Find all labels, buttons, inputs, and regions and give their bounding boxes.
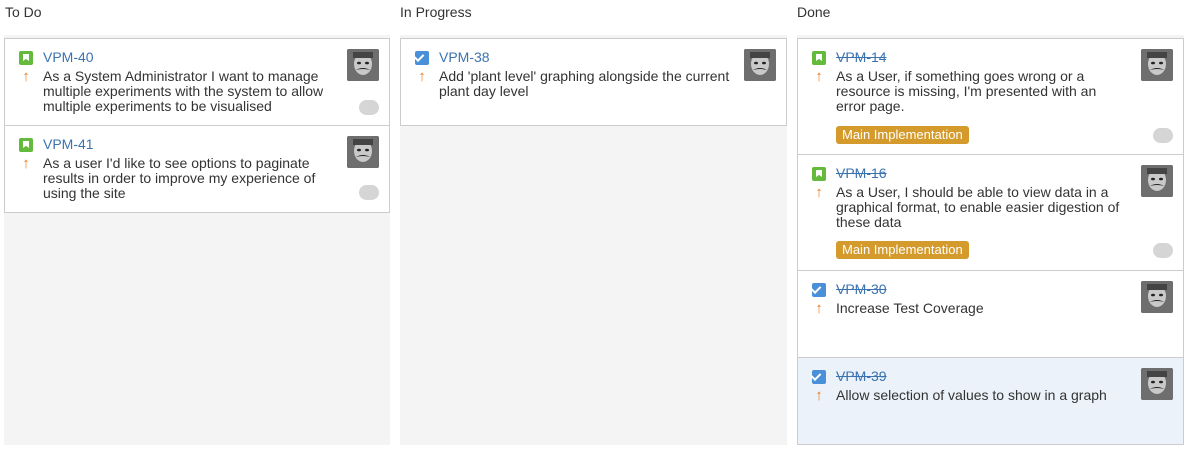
task-icon (812, 283, 826, 297)
agile-board: To Do In Progress Done VPM-40 ↑ As a Sys… (0, 0, 1191, 461)
issue-key[interactable]: VPM-39 (836, 368, 887, 384)
column-todo: VPM-40 ↑ As a System Administrator I wan… (4, 35, 390, 445)
epic-label[interactable]: Main Implementation (836, 241, 969, 259)
task-icon (415, 51, 429, 65)
priority-arrow-icon: ↑ (418, 68, 426, 85)
issue-summary: As a user I'd like to see options to pag… (43, 155, 316, 201)
column-in-progress: VPM-38 ↑ Add 'plant level' graphing alon… (400, 35, 787, 445)
issue-summary: Add 'plant level' graphing alongside the… (439, 68, 730, 99)
issue-card-vpm-41[interactable]: VPM-41 ↑ As a user I'd like to see optio… (4, 125, 390, 213)
user-avatar[interactable] (347, 136, 379, 168)
task-icon (812, 370, 826, 384)
issue-summary: As a User, if something goes wrong or a … (836, 68, 1097, 114)
issue-card-vpm-16[interactable]: VPM-16 ↑ As a User, I should be able to … (797, 154, 1184, 271)
user-avatar[interactable] (1141, 49, 1173, 81)
user-avatar[interactable] (347, 49, 379, 81)
user-avatar[interactable] (1141, 368, 1173, 400)
priority-arrow-icon: ↑ (815, 300, 823, 317)
issue-key[interactable]: VPM-41 (43, 136, 94, 152)
toggle-icon[interactable] (359, 100, 379, 115)
issue-card-vpm-39[interactable]: VPM-39 ↑ Allow selection of values to sh… (797, 357, 1184, 445)
issue-card-vpm-38[interactable]: VPM-38 ↑ Add 'plant level' graphing alon… (400, 38, 787, 126)
epic-label[interactable]: Main Implementation (836, 126, 969, 144)
issue-key[interactable]: VPM-38 (439, 49, 490, 65)
user-avatar[interactable] (1141, 281, 1173, 313)
issue-summary: Allow selection of values to show in a g… (836, 387, 1107, 403)
story-icon (812, 167, 826, 181)
story-icon (19, 51, 33, 65)
story-icon (812, 51, 826, 65)
issue-summary: As a System Administrator I want to mana… (43, 68, 324, 114)
issue-card-vpm-30[interactable]: VPM-30 ↑ Increase Test Coverage (797, 270, 1184, 358)
column-title-done: Done (797, 4, 831, 20)
issue-card-vpm-14[interactable]: VPM-14 ↑ As a User, if something goes wr… (797, 38, 1184, 155)
story-icon (19, 138, 33, 152)
issue-card-vpm-40[interactable]: VPM-40 ↑ As a System Administrator I wan… (4, 38, 390, 126)
user-avatar[interactable] (744, 49, 776, 81)
column-title-todo: To Do (5, 4, 42, 20)
priority-arrow-icon: ↑ (815, 387, 823, 404)
issue-key[interactable]: VPM-40 (43, 49, 94, 65)
issue-summary: Increase Test Coverage (836, 300, 984, 316)
priority-arrow-icon: ↑ (815, 184, 823, 201)
toggle-icon[interactable] (1153, 243, 1173, 258)
priority-arrow-icon: ↑ (22, 155, 30, 172)
column-title-in-progress: In Progress (400, 4, 472, 20)
issue-key[interactable]: VPM-16 (836, 165, 887, 181)
toggle-icon[interactable] (359, 185, 379, 200)
issue-key[interactable]: VPM-14 (836, 49, 887, 65)
toggle-icon[interactable] (1153, 128, 1173, 143)
issue-summary: As a User, I should be able to view data… (836, 184, 1120, 230)
issue-key[interactable]: VPM-30 (836, 281, 887, 297)
user-avatar[interactable] (1141, 165, 1173, 197)
column-done: VPM-14 ↑ As a User, if something goes wr… (797, 35, 1184, 445)
priority-arrow-icon: ↑ (815, 68, 823, 85)
priority-arrow-icon: ↑ (22, 68, 30, 85)
